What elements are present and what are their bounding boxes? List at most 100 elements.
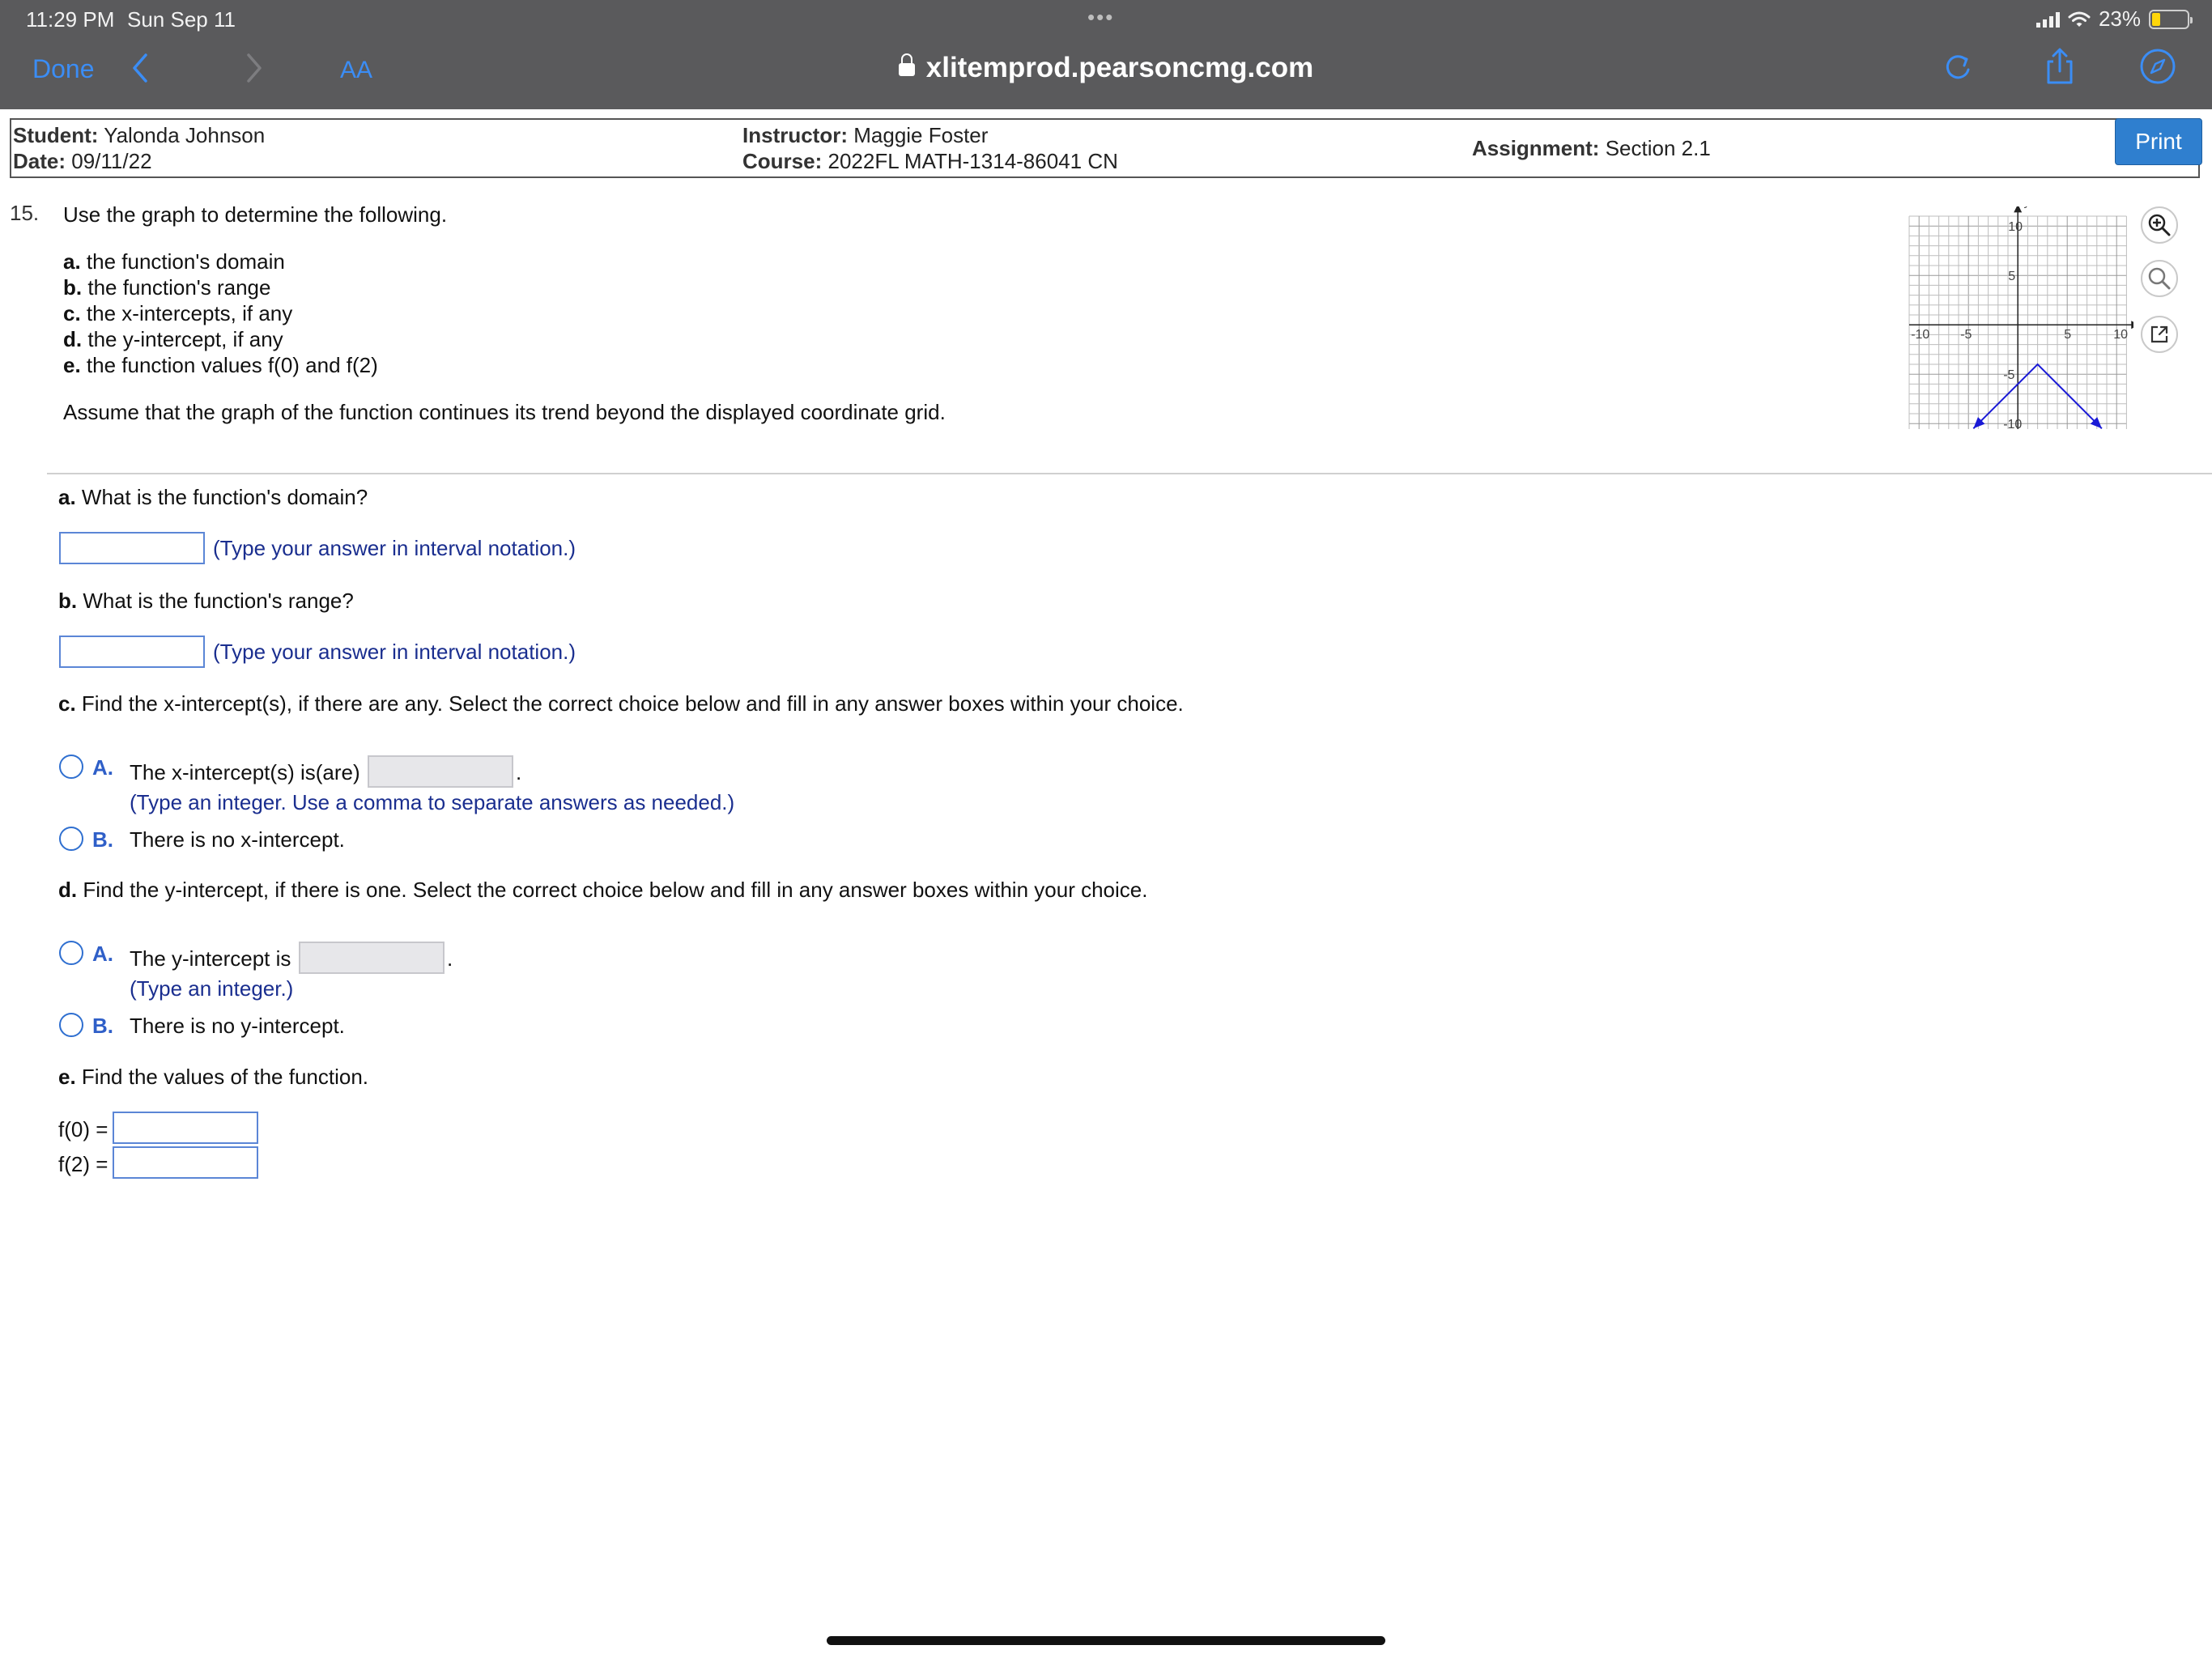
part-a-question: a. What is the function's domain? <box>58 485 368 510</box>
part-text: Find the values of the function. <box>81 1065 369 1089</box>
popout-button[interactable] <box>2141 316 2178 353</box>
question-item-a: a. the function's domain <box>63 249 285 274</box>
y-intercept-option-b-radio[interactable] <box>59 1013 83 1037</box>
question-item-e: e. the function values f(0) and f(2) <box>63 353 378 378</box>
lock-icon <box>898 53 915 76</box>
battery-level <box>2152 12 2160 26</box>
section-divider <box>47 473 2212 474</box>
item-text: the y-intercept, if any <box>87 327 283 351</box>
item-letter: d. <box>63 327 83 351</box>
f0-answer-input[interactable] <box>113 1112 258 1144</box>
y-intercept-option-a-radio[interactable] <box>59 941 83 965</box>
period: . <box>447 946 453 971</box>
f2-label: f(2) = <box>58 1152 108 1176</box>
question-item-d: d. the y-intercept, if any <box>63 327 283 352</box>
y-intercept-option-b-text: There is no y-intercept. <box>130 1014 345 1038</box>
student-name: Yalonda Johnson <box>104 123 266 147</box>
date-label: Date: <box>13 149 66 173</box>
address-bar[interactable]: xlitemprod.pearsoncmg.com <box>0 52 2212 84</box>
popout-icon <box>2150 325 2168 343</box>
zoom-in-button[interactable] <box>2141 206 2178 244</box>
print-button[interactable]: Print <box>2115 118 2202 165</box>
range-hint: (Type your answer in interval notation.) <box>213 640 576 664</box>
part-text: Find the x-intercept(s), if there are an… <box>81 691 1184 716</box>
tick-label-x-neg5: -5 <box>1960 328 1972 342</box>
zoom-in-icon <box>2148 214 2171 236</box>
part-letter: e. <box>58 1065 76 1089</box>
browser-chrome: 11:29 PM Sun Sep 11 ••• 23% Done AA xlit… <box>0 0 2212 109</box>
domain-answer-input[interactable] <box>59 532 205 564</box>
zoom-out-button[interactable] <box>2141 260 2178 297</box>
date-value: 09/11/22 <box>71 149 152 173</box>
item-text: the function values f(0) and f(2) <box>86 353 378 377</box>
student-label: Student: <box>13 123 99 147</box>
home-indicator[interactable] <box>827 1636 1385 1645</box>
item-letter: b. <box>63 275 83 300</box>
instructor-label: Instructor: <box>742 123 848 147</box>
x-intercept-hint: (Type an integer. Use a comma to separat… <box>130 790 735 814</box>
assignment-line: Assignment: Section 2.1 <box>1472 136 1711 161</box>
domain-hint: (Type your answer in interval notation.) <box>213 536 576 560</box>
tick-label-x-neg10: -10 <box>1911 328 1929 342</box>
instructor-name: Maggie Foster <box>853 123 989 147</box>
status-date: Sun Sep 11 <box>127 7 236 32</box>
period: . <box>516 760 522 784</box>
y-intercept-answer-input[interactable] <box>299 942 445 974</box>
share-icon[interactable] <box>2040 47 2079 86</box>
option-letter: A. <box>92 942 113 966</box>
item-text: the function's domain <box>86 249 285 274</box>
part-b-question: b. What is the function's range? <box>58 589 354 614</box>
assignment-value: Section 2.1 <box>1605 136 1711 160</box>
function-graph[interactable]: x y -10 -5 5 10 10 5 -5 -10 <box>1907 206 2133 429</box>
range-answer-input[interactable] <box>59 636 205 668</box>
battery-icon <box>2149 9 2193 29</box>
part-letter: c. <box>58 691 76 716</box>
wifi-icon <box>2068 11 2091 27</box>
tick-label-x-5: 5 <box>2064 328 2071 342</box>
x-intercept-answer-input[interactable] <box>368 755 513 788</box>
part-text: What is the function's domain? <box>81 485 368 509</box>
x-intercept-option-a-text: The x-intercept(s) is(are) <box>130 760 360 784</box>
reload-icon[interactable] <box>1938 47 1977 86</box>
option-letter: A. <box>92 755 113 780</box>
tick-label-y-5: 5 <box>2008 270 2015 283</box>
item-letter: c. <box>63 301 81 325</box>
part-text: Find the y-intercept, if there is one. S… <box>83 878 1148 902</box>
instructor-line: Instructor: Maggie Foster <box>742 123 988 148</box>
date-line: Date: 09/11/22 <box>13 149 152 174</box>
y-axis-label: y <box>2024 206 2031 209</box>
question-prompt: Use the graph to determine the following… <box>63 202 448 227</box>
question-number: 15. <box>10 201 40 225</box>
x-intercept-option-b-radio[interactable] <box>59 827 83 851</box>
student-line: Student: Yalonda Johnson <box>13 123 265 148</box>
url-text: xlitemprod.pearsoncmg.com <box>925 52 1314 83</box>
y-intercept-option-a-text: The y-intercept is <box>130 946 291 971</box>
course-line: Course: 2022FL MATH-1314-86041 CN <box>742 149 1118 174</box>
cellular-signal-icon <box>2035 11 2060 28</box>
item-letter: a. <box>63 249 81 274</box>
part-d-question: d. Find the y-intercept, if there is one… <box>58 878 1147 903</box>
graph-axes <box>1909 206 2133 429</box>
f0-label: f(0) = <box>58 1117 108 1141</box>
part-letter: a. <box>58 485 76 509</box>
item-letter: e. <box>63 353 81 377</box>
option-letter: B. <box>92 827 113 852</box>
part-letter: d. <box>58 878 78 902</box>
status-time: 11:29 PM <box>26 7 115 32</box>
f2-answer-input[interactable] <box>113 1146 258 1179</box>
battery-percent: 23% <box>2098 6 2141 31</box>
item-text: the x-intercepts, if any <box>86 301 293 325</box>
question-assumption: Assume that the graph of the function co… <box>63 400 946 424</box>
part-text: What is the function's range? <box>83 589 354 613</box>
multitasking-dots[interactable]: ••• <box>1087 5 1114 30</box>
course-label: Course: <box>742 149 823 173</box>
question-item-c: c. the x-intercepts, if any <box>63 301 292 326</box>
tick-label-y-neg10: -10 <box>2003 418 2022 429</box>
compass-icon[interactable] <box>2138 47 2177 86</box>
zoom-out-icon <box>2148 267 2171 290</box>
tick-label-y-neg5: -5 <box>2003 368 2014 382</box>
x-intercept-option-a-radio[interactable] <box>59 755 83 779</box>
x-axis-arrow-icon <box>2131 321 2133 329</box>
assignment-label: Assignment: <box>1472 136 1600 160</box>
status-indicators: 23% <box>2035 6 2193 32</box>
